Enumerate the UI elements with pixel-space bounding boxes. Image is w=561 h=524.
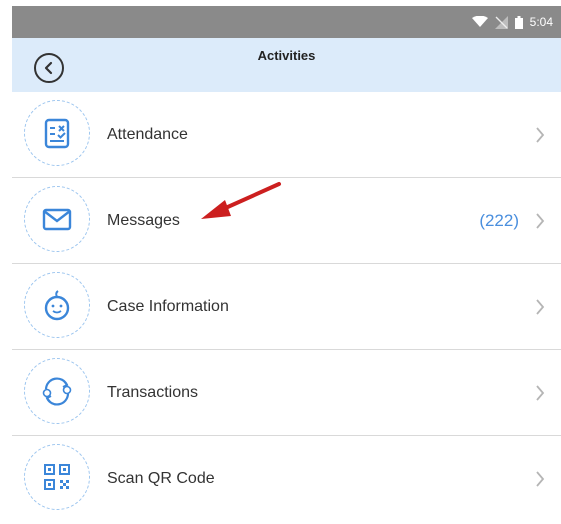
status-time: 5:04: [529, 15, 553, 29]
list-item-case-information[interactable]: Case Information: [12, 264, 561, 350]
annotation-arrow: [201, 182, 281, 219]
chevron-right-icon: [536, 385, 545, 401]
header-bar: Activities: [12, 38, 561, 92]
list-item-scan-qr-code[interactable]: Scan QR Code: [12, 436, 561, 522]
message-count-badge: (222): [479, 211, 519, 230]
list-item-attendance[interactable]: Attendance: [12, 92, 561, 178]
exchange-icon: [24, 358, 90, 424]
chevron-right-icon: [536, 299, 545, 315]
baby-face-icon: [24, 272, 90, 338]
qr-code-icon: [24, 444, 90, 510]
chevron-right-icon: [536, 127, 545, 143]
signal-icon: [494, 15, 508, 29]
wifi-icon: [471, 16, 488, 27]
list-item-label: Messages: [107, 212, 180, 229]
chevron-left-icon: [44, 61, 53, 75]
status-icons: 5:04: [471, 6, 553, 38]
envelope-icon: [24, 186, 90, 252]
list-item-label: Attendance: [107, 126, 188, 143]
chevron-right-icon: [536, 471, 545, 487]
list-item-messages[interactable]: Messages (222): [12, 178, 561, 264]
page-title: Activities: [257, 48, 316, 63]
attendance-icon: [24, 100, 90, 166]
battery-icon: [514, 15, 523, 29]
chevron-right-icon: [536, 213, 545, 229]
list-item-label: Transactions: [107, 384, 198, 401]
status-bar: 5:04: [12, 6, 561, 38]
list-item-label: Case Information: [107, 298, 229, 315]
list-item-label: Scan QR Code: [107, 470, 215, 487]
list-item-transactions[interactable]: Transactions: [12, 350, 561, 436]
activities-list: Attendance Messages (222) Case Informati…: [12, 92, 561, 522]
